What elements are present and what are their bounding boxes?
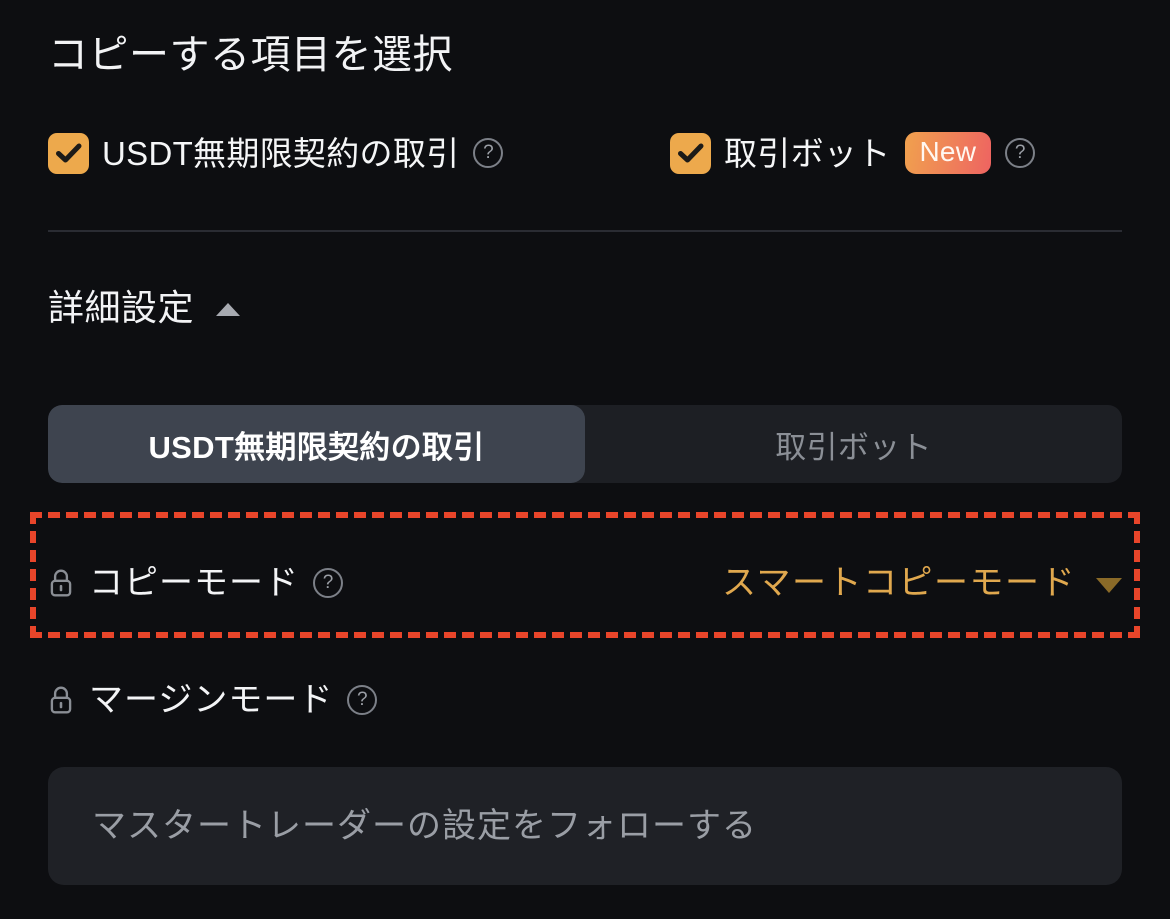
checkbox-checked-icon[interactable] xyxy=(670,132,711,174)
status-badge-new: New xyxy=(904,131,992,175)
chevron-down-icon[interactable] xyxy=(1096,577,1122,593)
copy-item-trading-bot[interactable]: 取引ボット New ? xyxy=(670,130,1036,176)
copy-items-group: USDT無期限契約の取引 ? 取引ボット New ? xyxy=(48,130,1122,176)
margin-mode-placeholder: マスタートレーダーの設定をフォローする xyxy=(92,806,757,845)
divider xyxy=(48,230,1122,232)
setting-row-margin-mode[interactable]: マージンモード ? xyxy=(48,672,1122,728)
lock-icon xyxy=(50,686,72,714)
tab-trading-bot[interactable]: 取引ボット xyxy=(585,405,1122,483)
setting-row-copy-mode[interactable]: コピーモード ? スマートコピーモード xyxy=(48,555,1122,611)
lock-icon xyxy=(50,569,72,597)
chevron-up-icon[interactable] xyxy=(216,303,241,317)
advanced-settings-label: 詳細設定 xyxy=(48,287,195,328)
question-circle-icon[interactable]: ? xyxy=(1005,138,1036,168)
page-title: コピーする項目を選択 xyxy=(48,33,453,77)
copy-item-usdt-perpetual[interactable]: USDT無期限契約の取引 ? xyxy=(48,130,504,176)
checkbox-checked-icon[interactable] xyxy=(48,132,89,174)
question-circle-icon[interactable]: ? xyxy=(473,138,504,168)
tab-usdt-perpetual[interactable]: USDT無期限契約の取引 xyxy=(48,405,585,483)
copy-item-label: 取引ボット xyxy=(724,134,891,172)
setting-label-copy-mode: コピーモード xyxy=(89,564,299,602)
question-circle-icon[interactable]: ? xyxy=(313,568,343,598)
settings-tab-bar: USDT無期限契約の取引 取引ボット xyxy=(48,405,1122,483)
question-circle-icon[interactable]: ? xyxy=(347,685,378,715)
margin-mode-input[interactable]: マスタートレーダーの設定をフォローする xyxy=(48,767,1122,885)
setting-label-margin-mode: マージンモード xyxy=(89,681,334,719)
setting-value-copy-mode[interactable]: スマートコピーモード xyxy=(722,566,1076,600)
advanced-settings-toggle[interactable]: 詳細設定 xyxy=(48,286,241,329)
copy-item-label: USDT無期限契約の取引 xyxy=(102,134,460,172)
copy-settings-panel: コピーする項目を選択 USDT無期限契約の取引 ? 取引ボット New ? 詳細… xyxy=(0,0,1170,919)
